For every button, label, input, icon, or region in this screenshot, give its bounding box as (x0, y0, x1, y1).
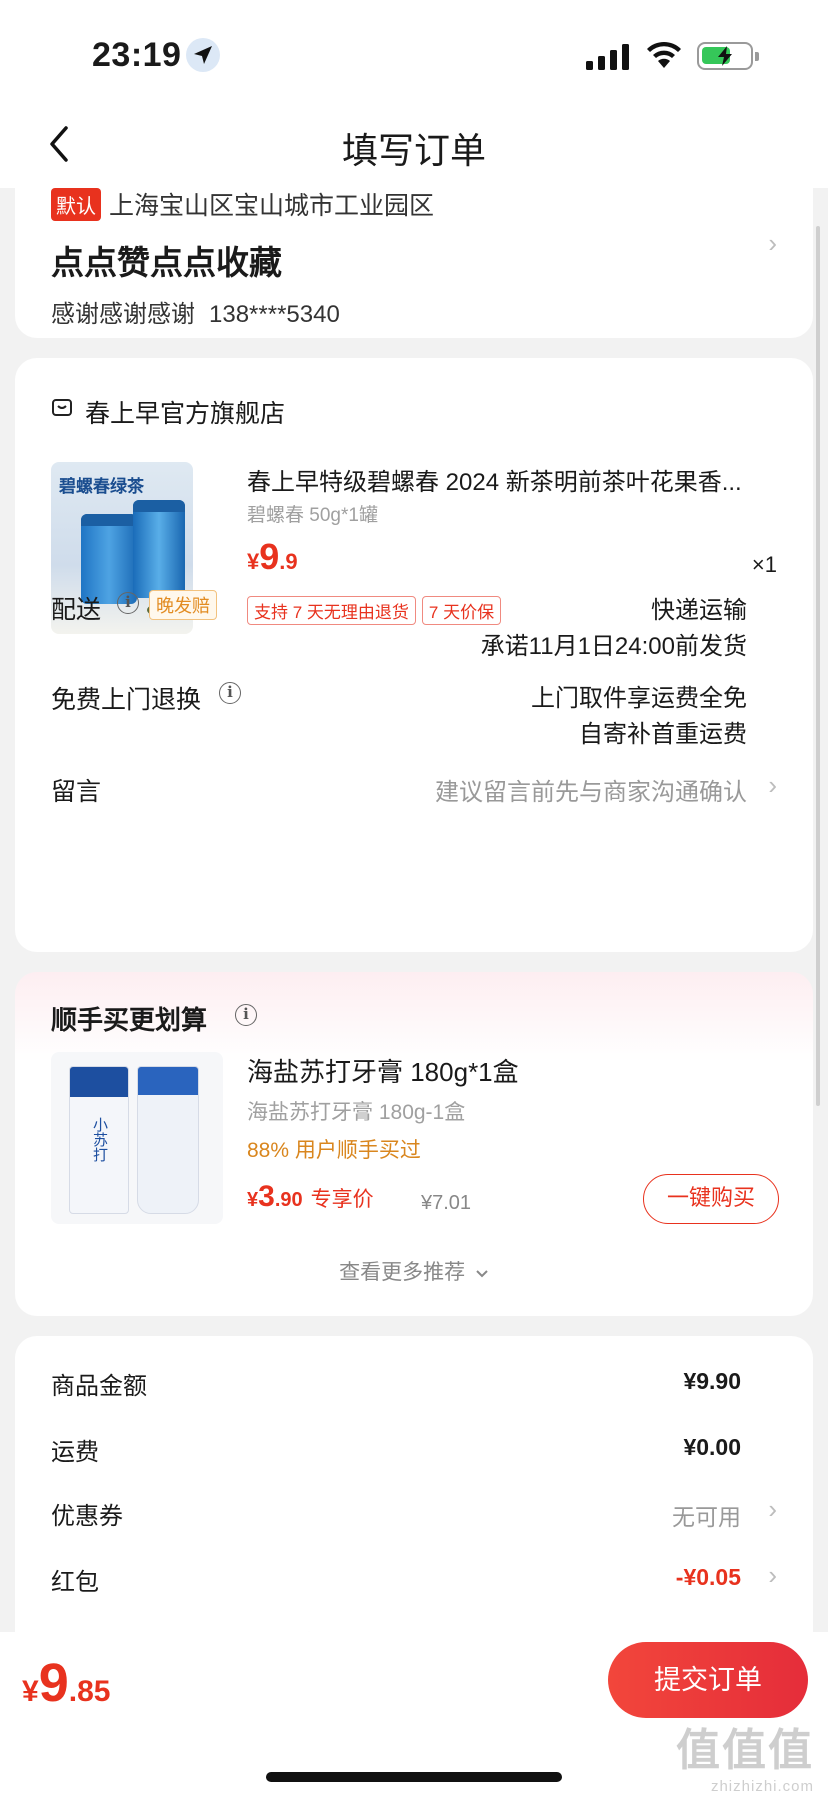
address-detail: 点点赞点点收藏 (51, 244, 282, 281)
red-packet-value[interactable]: -¥0.05 (676, 1564, 741, 1591)
service-tag: 支持 7 天无理由退货 (247, 596, 416, 625)
price-summary-card: 商品金额 ¥9.90 运费 ¥0.00 优惠券 无可用 › 红包 -¥0.05 … (15, 1336, 813, 1656)
submit-order-button[interactable]: 提交订单 (608, 1642, 808, 1718)
product-quantity: ×1 (751, 552, 777, 577)
late-compensation-badge: 晚发赔 (149, 590, 217, 620)
delivery-method: 快递运输 (651, 597, 747, 624)
summary-row-label: 商品金额 (51, 1373, 147, 1400)
recipient-phone: 138****5340 (209, 301, 340, 328)
delivery-promise: 承诺11月1日24:00前发货 (480, 633, 747, 660)
return-line-1: 上门取件享运费全免 (531, 685, 747, 712)
chevron-right-icon: › (768, 1494, 777, 1524)
nav-bar: 填写订单 (0, 100, 828, 188)
upsell-original-price: ¥7.01 (421, 1192, 472, 1214)
order-total: ¥9.85 (22, 1653, 111, 1713)
info-icon[interactable]: i (219, 682, 241, 704)
page-title: 填写订单 (341, 130, 486, 171)
chevron-right-icon: › (768, 228, 777, 258)
address-region: 上海宝山区宝山城市工业园区 (109, 192, 435, 220)
home-indicator[interactable] (266, 1772, 562, 1782)
return-line-2: 自寄补首重运费 (579, 721, 747, 748)
product-image-caption: 碧螺春绿茶 (59, 477, 144, 497)
coupon-value[interactable]: 无可用 (672, 1498, 741, 1532)
delivery-label: 配送 (51, 596, 102, 624)
chevron-right-icon: › (768, 770, 777, 800)
service-tag: 7 天价保 (421, 596, 502, 625)
default-address-badge: 默认 (51, 188, 101, 221)
one-click-buy-button[interactable]: 一键购买 (643, 1174, 779, 1224)
summary-row-label: 运费 (51, 1439, 99, 1466)
recipient-name: 感谢感谢感谢 (51, 301, 195, 328)
upsell-title: 顺手买更划算 (51, 1005, 208, 1035)
battery-charging-icon (697, 42, 759, 70)
product-title[interactable]: 春上早特级碧螺春 2024 新茶明前茶叶花果香... (247, 462, 777, 497)
wifi-icon (647, 41, 681, 68)
scrollbar[interactable] (816, 226, 820, 1106)
shop-name[interactable]: 春上早官方旗舰店 (85, 394, 285, 430)
chevron-down-icon (476, 1270, 488, 1278)
address-card[interactable]: 默认 上海宝山区宝山城市工业园区 点点赞点点收藏 感谢感谢感谢 138****53… (15, 176, 813, 338)
status-bar: 23:19 (0, 0, 828, 100)
cellular-signal-icon (586, 44, 629, 70)
service-tags: 支持 7 天无理由退货 7 天价保 (247, 596, 507, 625)
upsell-product-spec: 海盐苏打牙膏 180g-1盒 (247, 1101, 466, 1124)
product-spec: 碧螺春 50g*1罐 (247, 505, 378, 526)
coupon-label: 优惠券 (51, 1503, 123, 1530)
store-icon (52, 399, 72, 416)
upsell-product-title[interactable]: 海盐苏打牙膏 180g*1盒 (247, 1052, 519, 1089)
upsell-price: ¥3.90 专享价 (247, 1180, 374, 1213)
upsell-image-caption: 小苏打 (91, 1117, 109, 1162)
see-more-recommendations[interactable]: 查看更多推荐 (15, 1256, 813, 1286)
exclusive-price-label: 专享价 (310, 1188, 374, 1211)
summary-row-value: ¥0.00 (683, 1434, 741, 1460)
red-packet-label: 红包 (51, 1569, 99, 1596)
clock: 23:19 (92, 36, 182, 74)
info-icon[interactable]: i (117, 592, 139, 614)
upsell-product-image[interactable]: 小苏打 (51, 1052, 223, 1224)
chevron-right-icon: › (768, 1560, 777, 1590)
watermark: 值值值 zhizhizhi.com (676, 1726, 814, 1795)
bottom-bar: ¥9.85 提交订单 值值值 zhizhizhi.com (0, 1632, 828, 1795)
message-input[interactable]: 建议留言前先与商家沟通确认 (435, 772, 747, 807)
product-price: ¥9.9 (247, 536, 298, 577)
info-icon[interactable]: i (235, 1004, 257, 1026)
location-arrow-icon (186, 38, 220, 72)
upsell-card: 顺手买更划算 i 小苏打 海盐苏打牙膏 180g*1盒 海盐苏打牙膏 180g-… (15, 972, 813, 1316)
address-contact: 感谢感谢感谢 138****5340 (51, 294, 340, 329)
free-return-label: 免费上门退换 (51, 686, 202, 714)
order-card: 春上早官方旗舰店 碧螺春绿茶 春上早特级碧螺春 2024 新茶明前茶叶花果香..… (15, 358, 813, 952)
upsell-bought-rate: 88% 用户顺手买过 (247, 1139, 421, 1162)
summary-row-value: ¥9.90 (683, 1368, 741, 1394)
message-label: 留言 (51, 778, 102, 806)
